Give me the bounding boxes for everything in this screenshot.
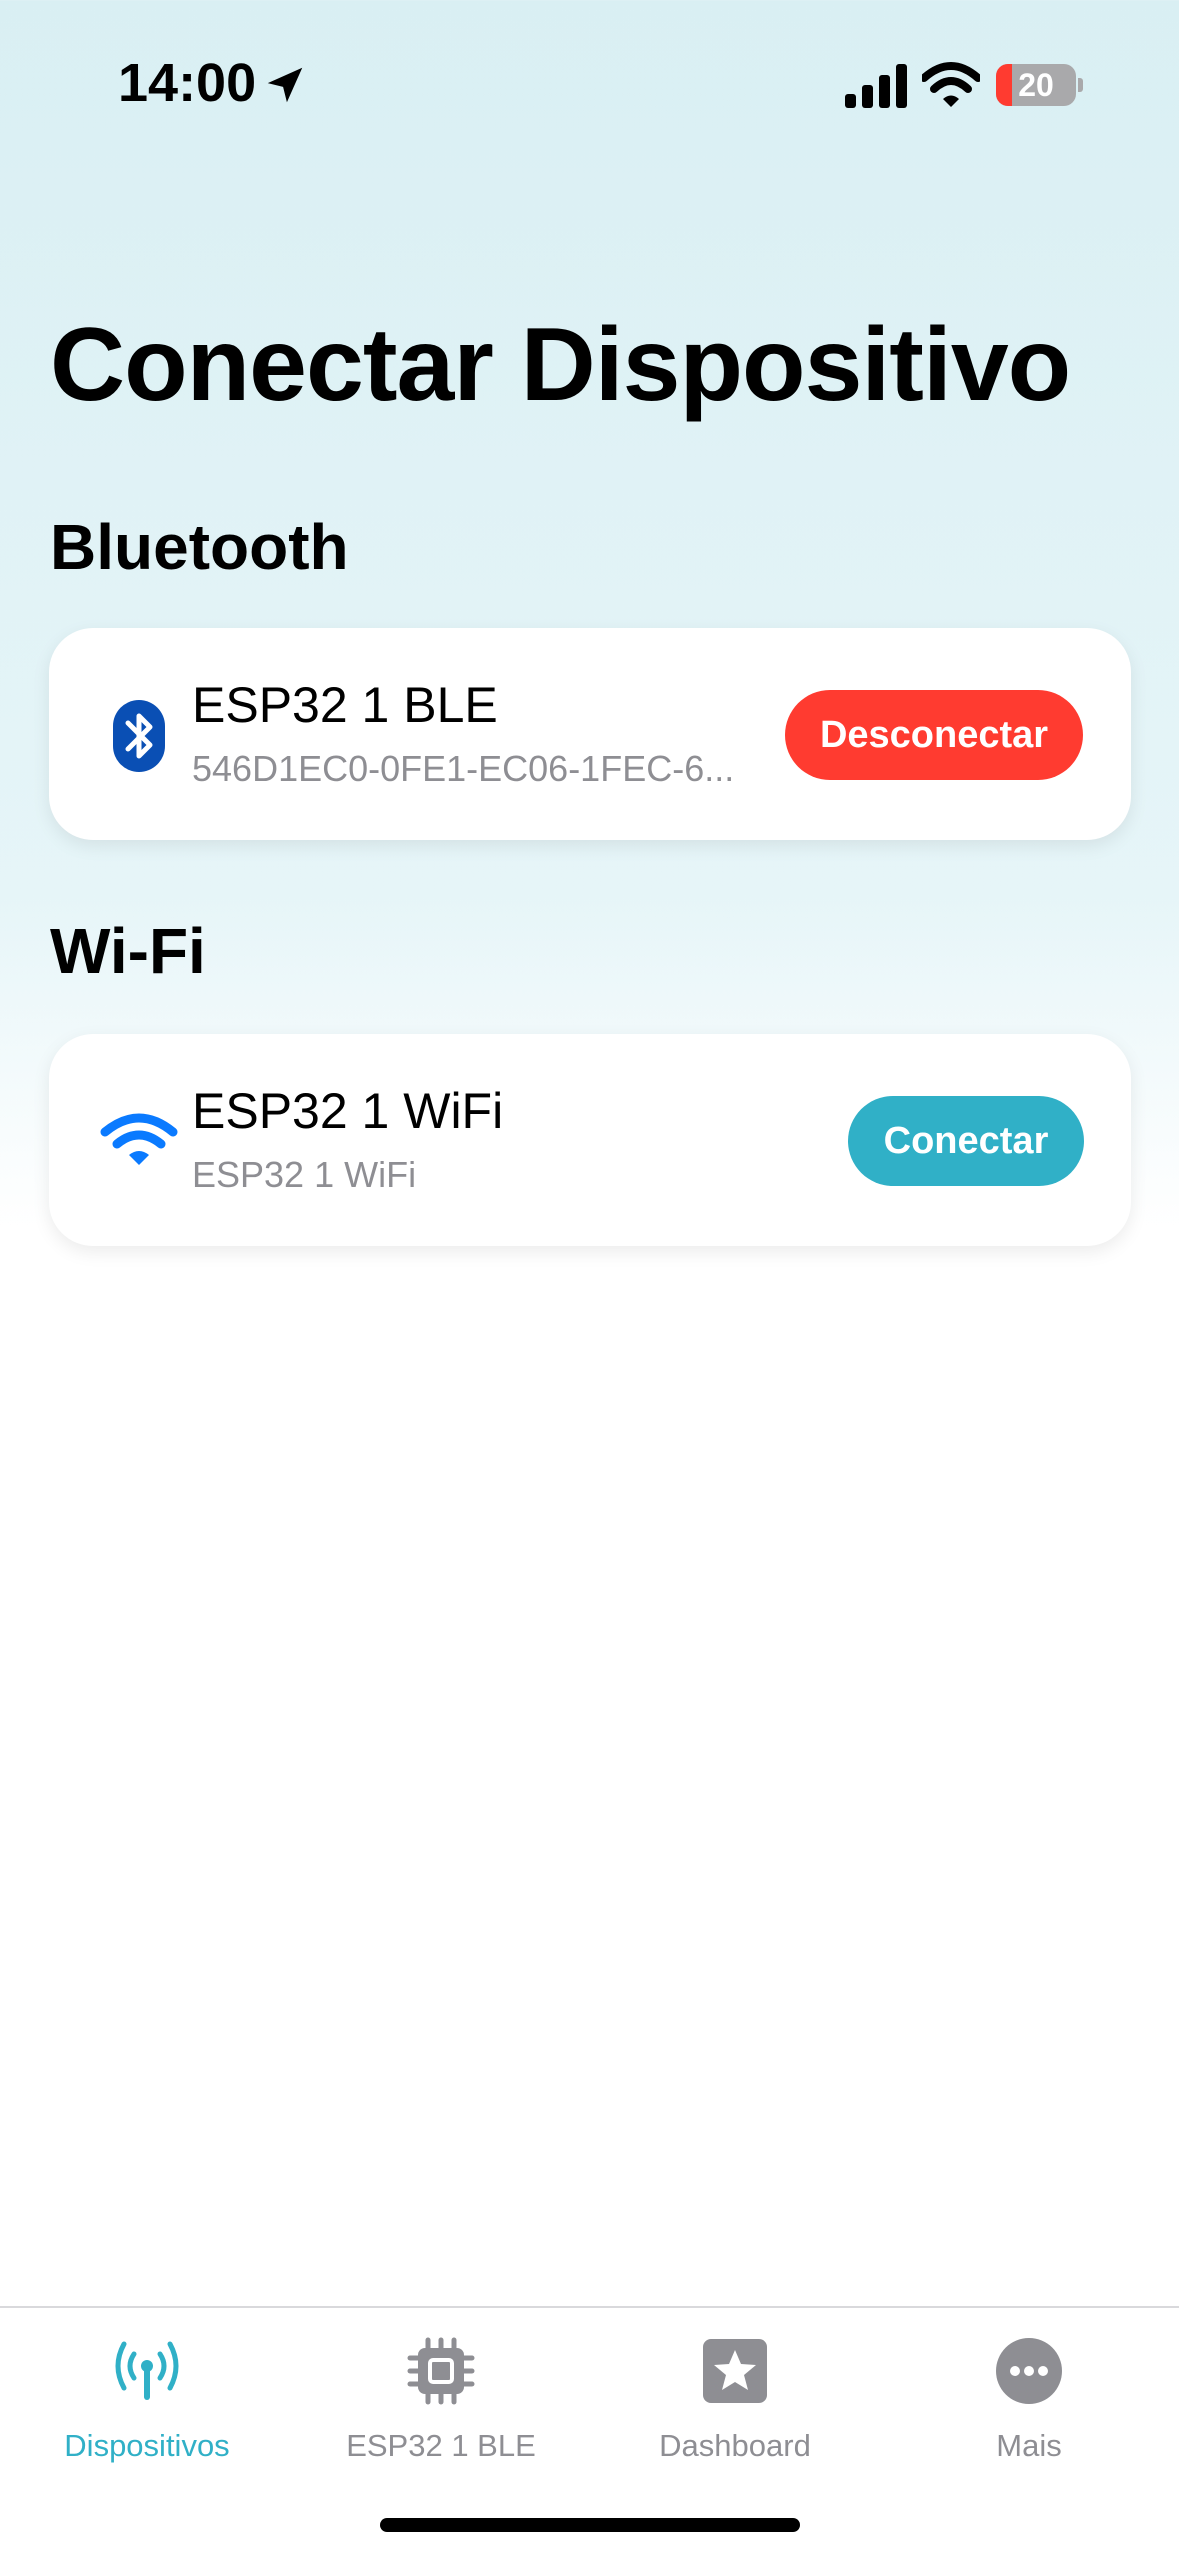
chip-icon (407, 2337, 475, 2405)
battery-icon: 20 (996, 64, 1076, 106)
section-title-wifi: Wi-Fi (50, 915, 206, 987)
page-title: Conectar Dispositivo (50, 307, 1071, 423)
tab-label: Dashboard (659, 2428, 811, 2463)
wifi-device-card: ESP32 1 WiFi ESP32 1 WiFi Conectar (49, 1034, 1131, 1246)
tab-label: Dispositivos (64, 2428, 230, 2463)
device-identifier: ESP32 1 WiFi (192, 1154, 417, 1195)
tab-label: Mais (996, 2428, 1062, 2463)
connect-button[interactable]: Conectar (848, 1096, 1084, 1186)
star-square-icon (703, 2339, 767, 2403)
status-time: 14:00 (118, 53, 257, 113)
wifi-icon (100, 1113, 178, 1165)
antenna-icon (115, 2341, 179, 2400)
cellular-signal-icon (845, 64, 907, 108)
location-arrow-icon (267, 67, 303, 103)
wifi-icon (922, 62, 980, 107)
battery-level: 20 (1018, 67, 1054, 103)
device-name: ESP32 1 BLE (192, 677, 498, 733)
device-name: ESP32 1 WiFi (192, 1083, 504, 1139)
device-identifier: 546D1EC0-0FE1-EC06-1FEC-6... (192, 748, 735, 789)
tab-esp32-ble[interactable]: ESP32 1 BLE (294, 2324, 588, 2464)
tab-dispositivos[interactable]: Dispositivos (0, 2324, 294, 2464)
home-indicator[interactable] (380, 2518, 800, 2532)
disconnect-button[interactable]: Desconectar (785, 690, 1083, 780)
more-ellipsis-icon (996, 2338, 1062, 2404)
status-bar: 14:00 20 (0, 0, 1179, 150)
bluetooth-device-card: ESP32 1 BLE 546D1EC0-0FE1-EC06-1FEC-6...… (49, 628, 1131, 840)
tab-mais[interactable]: Mais (882, 2324, 1176, 2464)
section-title-bluetooth: Bluetooth (50, 511, 349, 583)
battery-nub (1078, 78, 1083, 92)
tab-dashboard[interactable]: Dashboard (588, 2324, 882, 2464)
tab-label: ESP32 1 BLE (346, 2428, 536, 2463)
bluetooth-icon (113, 700, 165, 772)
